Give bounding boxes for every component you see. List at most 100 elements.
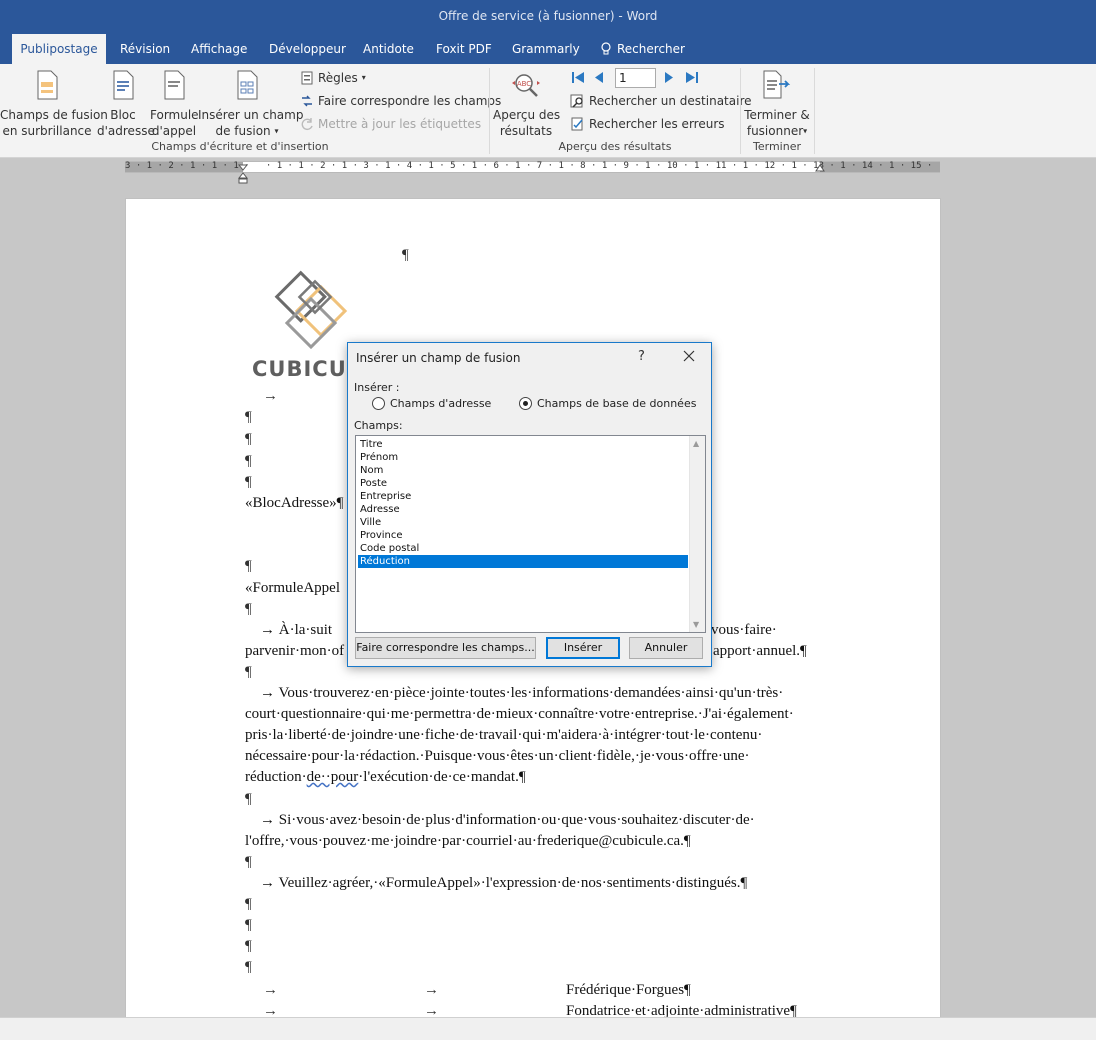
insert-label: Insérer :: [354, 381, 400, 394]
fields-listbox[interactable]: Titre Prénom Nom Poste Entreprise Adresse Vill…: [355, 435, 706, 633]
find-recipient-button[interactable]: Rechercher un destinataire: [570, 93, 752, 109]
empty-paragraph: ¶: [245, 959, 252, 975]
previous-record-icon[interactable]: [594, 71, 604, 84]
find-recipient-label: Rechercher un destinataire: [589, 94, 752, 108]
empty-paragraph: ¶: [245, 558, 252, 574]
finish-merge-label-1: Terminer &: [744, 108, 810, 122]
tab-publipostage[interactable]: Publipostage: [12, 34, 106, 64]
svg-text:ABC: ABC: [517, 80, 531, 88]
rules-icon: [301, 71, 313, 85]
finish-merge-button[interactable]: Terminer & fusionner▾: [744, 70, 810, 140]
tab-developpeur[interactable]: Développeur: [261, 34, 354, 64]
last-record-icon[interactable]: [685, 71, 699, 84]
tab-affichage[interactable]: Affichage: [183, 34, 255, 64]
highlight-fields-icon: [37, 70, 58, 100]
greeting-line-label-2: d'appel: [151, 124, 197, 138]
highlight-merge-fields-button[interactable]: Champs de fusion en surbrillance: [0, 70, 108, 139]
spelling-error-text: de··pour: [306, 769, 359, 785]
update-labels-label: Mettre à jour les étiquettes: [318, 117, 482, 131]
group-separator: [489, 68, 490, 154]
window-title-bar: Offre de service (à fusionner) - Word: [0, 0, 1096, 34]
update-labels-button[interactable]: Mettre à jour les étiquettes: [300, 116, 481, 132]
dropdown-caret-icon: ▾: [361, 73, 366, 82]
greeting-line-button[interactable]: Formule d'appel: [150, 70, 199, 139]
group-label-preview: Aperçu des résultats: [558, 140, 672, 153]
match-fields-button[interactable]: Faire correspondre les champs: [300, 93, 501, 109]
field-list-item[interactable]: Poste: [358, 477, 688, 490]
help-button[interactable]: ?: [638, 349, 645, 364]
scroll-down-icon[interactable]: ▼: [693, 620, 699, 629]
insert-button[interactable]: Insérer: [546, 637, 620, 659]
insert-merge-field-button[interactable]: Insérer un champ de fusion ▾: [198, 70, 303, 140]
group-separator: [814, 68, 815, 154]
record-number-input[interactable]: 1: [615, 68, 656, 88]
rules-label: Règles: [318, 71, 358, 85]
tab-rechercher[interactable]: Rechercher: [592, 34, 693, 64]
insert-merge-field-dialog: Insérer un champ de fusion ? Insérer : C…: [347, 342, 712, 667]
first-record-icon[interactable]: [571, 71, 585, 84]
field-list-item[interactable]: Ville: [358, 516, 688, 529]
highlight-label-2: en surbrillance: [2, 124, 92, 138]
paragraph-2-line-2: court·questionnaire·qui·me·permettra·de·…: [245, 706, 794, 722]
empty-paragraph: ¶: [245, 664, 252, 680]
ribbon-publipostage: Champs de fusion en surbrillance Bloc d'…: [0, 64, 1096, 158]
address-block-label-1: Bloc: [110, 108, 136, 122]
field-list-item[interactable]: Code postal: [358, 542, 688, 555]
radio-circle-selected: [519, 397, 532, 410]
logo-wordmark: CUBICU: [252, 357, 347, 381]
tab-revision[interactable]: Révision: [112, 34, 178, 64]
paragraph-3-line-2: l'offre,·vous·pouvez·me·joindre·par·cour…: [245, 833, 691, 849]
listbox-scrollbar[interactable]: ▲ ▼: [689, 436, 705, 632]
tab-foxit-pdf[interactable]: Foxit PDF: [428, 34, 500, 64]
paragraph-1-line-2-start: parvenir·mon·of: [245, 643, 345, 659]
field-list-item[interactable]: Titre: [358, 438, 688, 451]
preview-abc-icon: ABC: [512, 74, 540, 97]
tab-grammarly[interactable]: Grammarly: [504, 34, 588, 64]
check-errors-button[interactable]: Rechercher les erreurs: [570, 116, 725, 132]
preview-results-label-2: résultats: [499, 124, 553, 138]
finish-merge-label-2: fusionner: [746, 124, 804, 138]
paragraph-2-line-5-a: réduction·: [245, 769, 307, 785]
tab-rechercher-label: Rechercher: [617, 42, 685, 56]
empty-paragraph: ¶: [245, 938, 252, 954]
rules-button[interactable]: Règles ▾: [300, 70, 366, 86]
tab-mark: →: [424, 982, 439, 998]
insert-merge-field-label-2-wrap: de fusion ▾: [198, 123, 296, 140]
lightbulb-icon: [601, 42, 611, 55]
radio-address-fields[interactable]: Champs d'adresse: [372, 397, 491, 410]
right-indent-marker-icon[interactable]: [815, 164, 825, 174]
field-list-item[interactable]: Province: [358, 529, 688, 542]
close-icon[interactable]: [681, 348, 697, 364]
paragraph-2-line-4: nécessaire·pour·la·rédaction.·Puisque·vo…: [245, 748, 750, 764]
dropdown-caret-icon: ▾: [803, 126, 808, 136]
fields-label: Champs:: [354, 419, 403, 432]
ribbon-tab-bar: Publipostage Révision Affichage Développ…: [0, 34, 1096, 64]
paragraph-1-line-1-end: vous·faire·: [711, 622, 777, 638]
field-list-item[interactable]: Réduction: [357, 554, 689, 569]
cancel-button[interactable]: Annuler: [629, 637, 703, 659]
indent-marker-icon[interactable]: [238, 164, 248, 184]
address-block-icon: [113, 70, 134, 100]
paragraph-3-line-1: → Si·vous·avez·besoin·de·plus·d'informat…: [260, 812, 755, 828]
radio-circle: [372, 397, 385, 410]
field-list-item[interactable]: Prénom: [358, 451, 688, 464]
field-list-item[interactable]: Entreprise: [358, 490, 688, 503]
preview-results-button[interactable]: ABC Aperçu des résultats: [493, 72, 560, 139]
dialog-title: Insérer un champ de fusion: [356, 351, 521, 365]
empty-paragraph: ¶: [245, 896, 252, 912]
field-list-item[interactable]: Adresse: [358, 503, 688, 516]
paragraph-2-line-1: → Vous·trouverez·en·pièce·jointe·toutes·…: [260, 685, 784, 701]
empty-paragraph: ¶: [245, 409, 252, 425]
scroll-up-icon[interactable]: ▲: [693, 439, 699, 448]
paragraph-1-line-2-end: apport·annuel.¶: [713, 643, 807, 659]
radio-database-fields[interactable]: Champs de base de données: [519, 397, 696, 410]
group-separator: [740, 68, 741, 154]
match-fields-dialog-button[interactable]: Faire correspondre les champs...: [355, 637, 536, 659]
tab-antidote[interactable]: Antidote: [355, 34, 422, 64]
address-block-field: «BlocAdresse»¶: [245, 495, 344, 511]
next-record-icon[interactable]: [664, 71, 674, 84]
address-block-button[interactable]: Bloc d'adresse: [97, 70, 155, 139]
radio-database-label: Champs de base de données: [537, 397, 697, 410]
empty-paragraph: ¶: [245, 917, 252, 933]
field-list-item[interactable]: Nom: [358, 464, 688, 477]
